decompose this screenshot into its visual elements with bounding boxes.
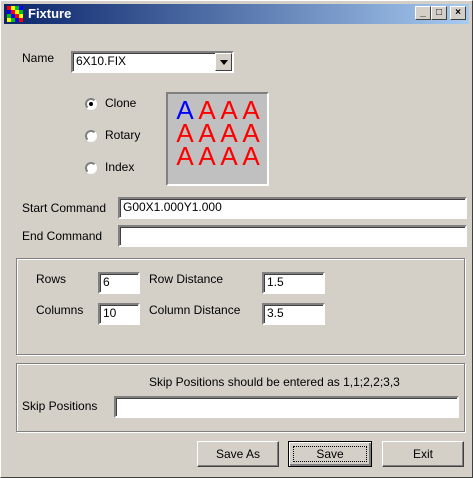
fixture-preview: AAAAAAAAAAAA — [166, 92, 269, 186]
close-button[interactable]: × — [450, 6, 466, 20]
clone-label[interactable]: Clone — [105, 96, 136, 110]
column-distance-input[interactable]: 3.5 — [262, 303, 325, 325]
preview-cell: A — [198, 141, 216, 171]
end-command-label: End Command — [22, 229, 103, 243]
column-distance-label: Column Distance — [149, 303, 241, 317]
rows-label: Rows — [36, 272, 67, 286]
start-command-input[interactable]: G00X1.000Y1.000 — [118, 197, 467, 219]
column-distance-value: 3.5 — [267, 306, 284, 320]
skip-positions-hint: Skip Positions should be entered as 1,1;… — [149, 375, 400, 389]
fixture-window: Fixture _ □ × Name 6X10.FIX Clone Rotary… — [0, 0, 473, 478]
exit-button[interactable]: Exit — [382, 441, 464, 467]
name-label: Name — [22, 51, 55, 65]
minimize-button[interactable]: _ — [415, 6, 431, 20]
title-bar[interactable]: Fixture _ □ × — [4, 4, 469, 24]
columns-label: Columns — [36, 303, 84, 317]
index-label[interactable]: Index — [105, 160, 134, 174]
clone-radio[interactable] — [85, 98, 97, 110]
window-title: Fixture — [28, 6, 72, 21]
name-value: 6X10.FIX — [76, 54, 127, 68]
row-distance-input[interactable]: 1.5 — [262, 272, 325, 294]
preview-cell: A — [220, 141, 238, 171]
columns-input[interactable]: 10 — [98, 303, 140, 325]
name-dropdown[interactable]: 6X10.FIX — [71, 51, 234, 73]
maximize-button[interactable]: □ — [431, 6, 447, 20]
exit-label: Exit — [412, 447, 433, 461]
start-command-value: G00X1.000Y1.000 — [123, 200, 222, 214]
index-radio[interactable] — [85, 162, 97, 174]
end-command-input[interactable] — [118, 225, 467, 247]
start-command-label: Start Command — [22, 201, 107, 215]
rows-value: 6 — [103, 275, 110, 289]
rows-input[interactable]: 6 — [98, 272, 140, 294]
save-as-label: Save As — [215, 447, 261, 461]
chevron-down-icon[interactable] — [215, 53, 232, 71]
preview-cell: A — [242, 141, 260, 171]
columns-value: 10 — [103, 306, 117, 320]
save-as-button[interactable]: Save As — [197, 441, 279, 467]
preview-grid: AAAAAAAAAAAA — [174, 97, 262, 171]
save-button[interactable]: Save — [288, 441, 372, 467]
row-distance-label: Row Distance — [149, 272, 224, 286]
rotary-radio[interactable] — [85, 130, 97, 142]
skip-positions-label: Skip Positions — [22, 399, 98, 413]
rotary-label[interactable]: Rotary — [105, 128, 140, 142]
row-distance-value: 1.5 — [267, 275, 284, 289]
preview-cell: A — [176, 141, 194, 171]
focus-ring — [293, 446, 367, 462]
app-icon — [7, 6, 23, 22]
skip-positions-input[interactable] — [114, 396, 459, 418]
